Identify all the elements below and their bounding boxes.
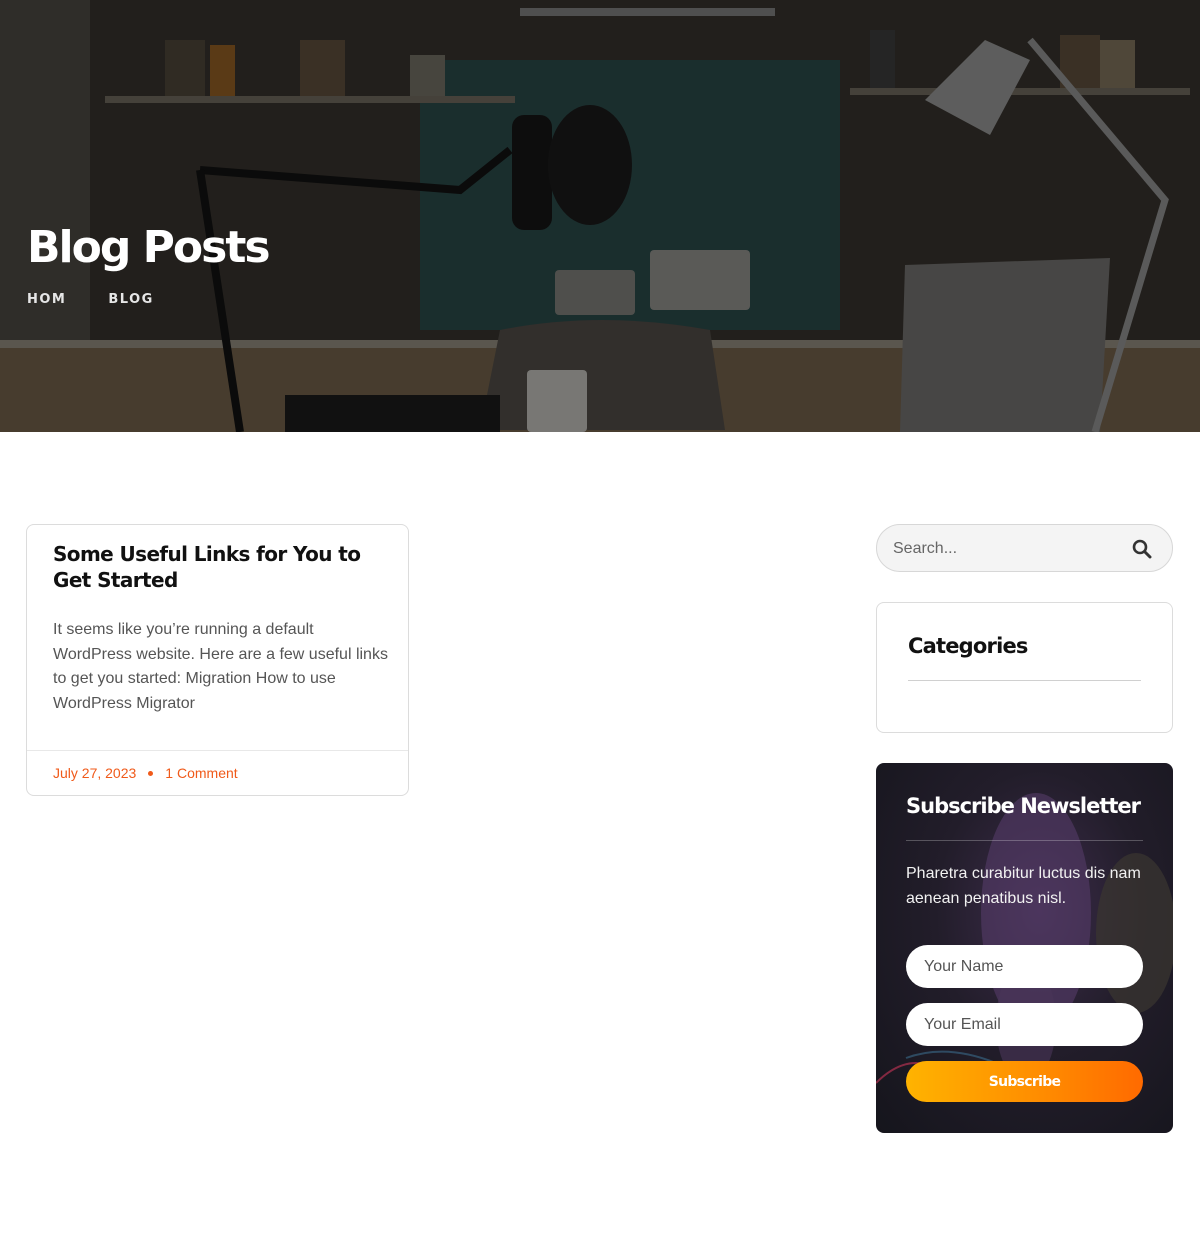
newsletter-title: Subscribe Newsletter [906, 794, 1141, 818]
breadcrumb-home-link[interactable]: HOM [27, 292, 66, 307]
search-input[interactable] [893, 537, 1123, 561]
post-title-link[interactable]: Some Useful Links for You to Get Started [53, 541, 388, 593]
post-comments-link[interactable]: 1 Comment [165, 765, 237, 781]
breadcrumb-blog-current: BLOG [108, 292, 154, 307]
post-divider [27, 750, 408, 751]
post-excerpt: It seems like you’re running a default W… [53, 621, 388, 712]
newsletter-widget: Subscribe Newsletter Pharetra curabitur … [876, 763, 1173, 1133]
page-hero: Blog Posts HOM BLOG [0, 0, 1200, 432]
newsletter-divider [906, 840, 1143, 841]
breadcrumb: HOM BLOG [27, 292, 154, 307]
search-icon[interactable] [1132, 539, 1152, 559]
categories-divider [908, 680, 1141, 681]
newsletter-email-input[interactable] [906, 1003, 1143, 1046]
newsletter-description: Pharetra curabitur luctus dis nam aenean… [906, 865, 1141, 907]
post-meta: July 27, 2023 1 Comment [53, 765, 238, 781]
page-title: Blog Posts [27, 222, 271, 273]
post-date-link[interactable]: July 27, 2023 [53, 765, 136, 781]
newsletter-name-input[interactable] [906, 945, 1143, 988]
subscribe-button[interactable]: Subscribe [906, 1061, 1143, 1102]
categories-widget: Categories [876, 602, 1173, 733]
categories-title: Categories [908, 634, 1028, 658]
hero-dark-overlay [0, 0, 1200, 432]
meta-separator-dot [148, 770, 154, 776]
post-card: Some Useful Links for You to Get Started… [26, 524, 409, 796]
search-widget [876, 524, 1173, 572]
